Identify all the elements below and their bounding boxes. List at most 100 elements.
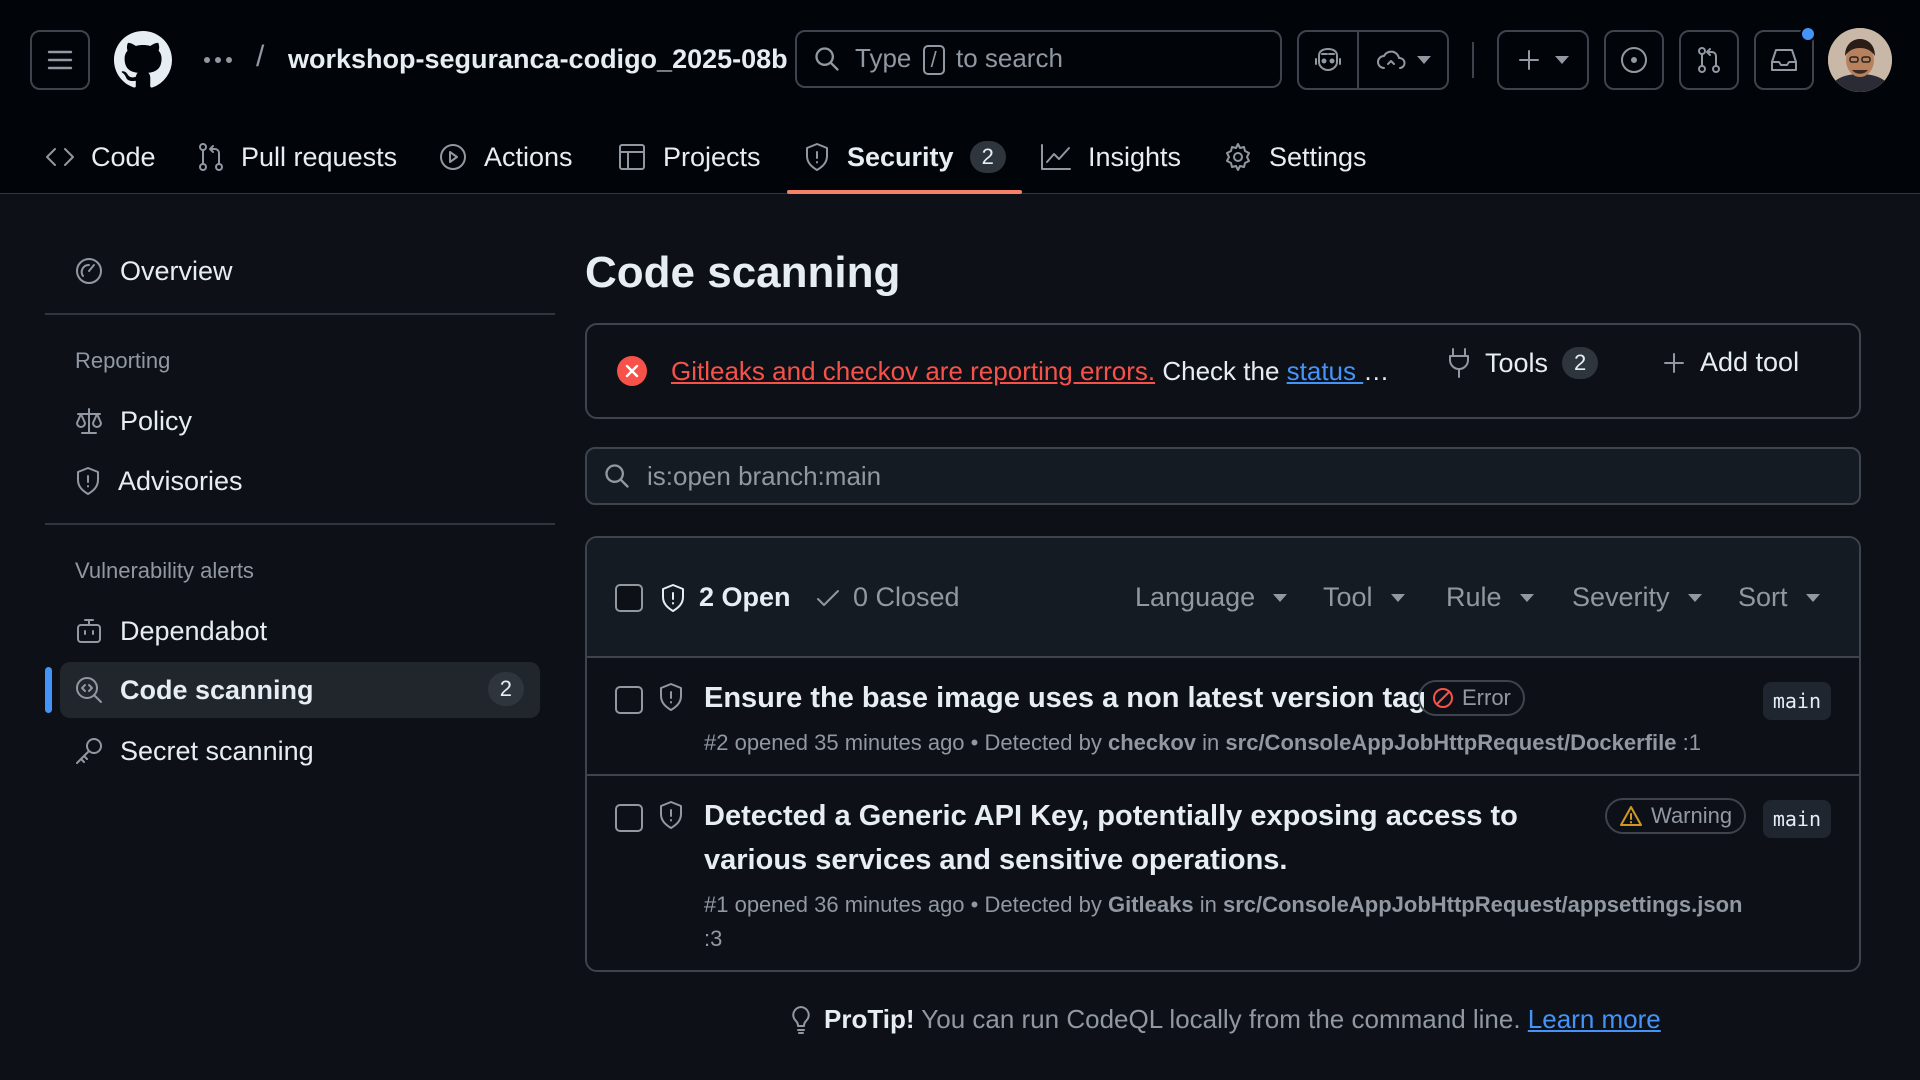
chevron-down-icon xyxy=(1555,56,1569,64)
tab-label: Pull requests xyxy=(241,141,398,172)
closed-alerts-filter[interactable]: 0 Closed xyxy=(815,582,960,613)
git-pull-request-icon xyxy=(197,142,225,172)
tool-errors-link[interactable]: Gitleaks and checkov are reporting error… xyxy=(671,356,1155,386)
sidebar-item-label: Code scanning xyxy=(120,674,314,705)
issues-button[interactable] xyxy=(1604,30,1664,90)
security-count-badge: 2 xyxy=(969,141,1006,173)
alert-file-path[interactable]: src/ConsoleAppJobHttpRequest/Dockerfile xyxy=(1225,730,1676,755)
pull-requests-button[interactable] xyxy=(1679,30,1739,90)
stop-icon xyxy=(1432,687,1454,709)
more-options-button[interactable] xyxy=(200,40,236,80)
tab-label: Insights xyxy=(1088,141,1182,172)
tab-label: Projects xyxy=(663,141,761,172)
graph-icon xyxy=(1040,143,1072,171)
alert-icon xyxy=(1619,805,1643,827)
kebab-horizontal-icon xyxy=(203,56,233,64)
open-count-label: 2 Open xyxy=(699,582,791,612)
shield-icon xyxy=(657,800,685,830)
copilot-button[interactable] xyxy=(1299,32,1357,88)
tool-filter-dropdown[interactable]: Tool xyxy=(1323,582,1405,613)
tab-label: Actions xyxy=(484,141,573,172)
tab-label: Settings xyxy=(1269,141,1367,172)
check-icon xyxy=(815,587,841,609)
meter-icon xyxy=(74,256,104,286)
create-new-button[interactable] xyxy=(1497,30,1589,90)
filter-query-text: is:open branch:main xyxy=(647,460,882,491)
codescan-icon xyxy=(74,675,104,705)
light-bulb-icon xyxy=(790,1005,812,1035)
alerts-list-header: 2 Open 0 Closed Language Tool Rule Sever… xyxy=(587,538,1859,658)
global-search-input[interactable]: Type / to search xyxy=(795,30,1282,88)
alert-row[interactable]: Detected a Generic API Key, potentially … xyxy=(587,776,1859,970)
header-top-row: / workshop-seguranca-codigo_2025-08b Typ… xyxy=(0,0,1920,120)
severity-filter-dropdown[interactable]: Severity xyxy=(1572,582,1702,613)
shield-icon xyxy=(74,466,102,496)
status-page-link[interactable]: status page for help. xyxy=(1287,356,1391,386)
alert-checkbox[interactable] xyxy=(615,804,643,832)
learn-more-link[interactable]: Learn more xyxy=(1528,1004,1661,1034)
tools-count-badge: 2 xyxy=(1562,347,1599,379)
sidebar-item-label: Dependabot xyxy=(120,615,268,646)
rule-filter-dropdown[interactable]: Rule xyxy=(1446,582,1534,613)
search-placeholder: Type / to search xyxy=(855,43,1063,75)
alerts-filter-input[interactable]: is:open branch:main xyxy=(585,447,1861,505)
sidebar-item-label: Secret scanning xyxy=(120,735,314,766)
sort-dropdown[interactable]: Sort xyxy=(1738,582,1820,613)
add-tool-button[interactable]: Add tool xyxy=(1662,347,1799,378)
chevron-down-icon xyxy=(1687,593,1702,602)
alert-title-link[interactable]: Ensure the base image uses a non latest … xyxy=(704,676,1426,720)
tab-pull-requests[interactable]: Pull requests xyxy=(197,120,397,194)
table-icon xyxy=(617,142,647,172)
tool-status-banner: Gitleaks and checkov are reporting error… xyxy=(585,323,1861,419)
shield-icon xyxy=(803,142,831,172)
code-scanning-count-badge: 2 xyxy=(487,672,524,706)
sidebar-item-label: Advisories xyxy=(118,465,243,496)
alert-checkbox[interactable] xyxy=(615,686,643,714)
alert-row[interactable]: Ensure the base image uses a non latest … xyxy=(587,658,1859,776)
sidebar-item-label: Overview xyxy=(120,255,233,286)
plus-icon xyxy=(1517,48,1541,72)
tab-projects[interactable]: Projects xyxy=(617,120,761,194)
sidebar-divider xyxy=(45,523,555,525)
severity-badge: Warning xyxy=(1605,798,1747,834)
active-indicator xyxy=(45,667,52,713)
copilot-cloud-dropdown[interactable] xyxy=(1357,32,1447,88)
sidebar-item-secret-scanning[interactable]: Secret scanning xyxy=(60,723,540,779)
hamburger-icon xyxy=(47,49,73,71)
alerts-list: 2 Open 0 Closed Language Tool Rule Sever… xyxy=(585,536,1861,972)
chevron-down-icon xyxy=(1390,593,1405,602)
tab-label: Security xyxy=(847,141,954,172)
language-filter-dropdown[interactable]: Language xyxy=(1135,582,1288,613)
tab-actions[interactable]: Actions xyxy=(438,120,573,194)
search-icon xyxy=(603,462,631,490)
alert-meta: #2 opened 35 minutes ago • Detected by c… xyxy=(704,730,1701,755)
sidebar-item-policy[interactable]: Policy xyxy=(60,393,540,449)
shield-icon xyxy=(657,682,685,712)
repo-name-link[interactable]: workshop-seguranca-codigo_2025-08b xyxy=(288,44,788,75)
sidebar-item-advisories[interactable]: Advisories xyxy=(60,453,540,509)
tab-insights[interactable]: Insights xyxy=(1040,120,1181,194)
add-tool-label: Add tool xyxy=(1700,347,1800,377)
chevron-down-icon xyxy=(1417,56,1431,64)
alert-title-link[interactable]: Detected a Generic API Key, potentially … xyxy=(704,794,1524,882)
tab-settings[interactable]: Settings xyxy=(1223,120,1367,194)
plus-icon xyxy=(1662,351,1686,375)
alert-file-path[interactable]: src/ConsoleAppJobHttpRequest/appsettings… xyxy=(1223,892,1743,917)
tools-label: Tools xyxy=(1485,347,1549,378)
cloud-agent-icon xyxy=(1375,48,1407,72)
user-avatar[interactable] xyxy=(1828,28,1892,92)
inbox-icon xyxy=(1769,46,1799,74)
open-alerts-filter[interactable]: 2 Open xyxy=(659,582,791,613)
github-logo-icon[interactable] xyxy=(114,31,172,89)
tab-code[interactable]: Code xyxy=(45,120,156,194)
tools-button[interactable]: Tools 2 xyxy=(1447,347,1599,379)
git-pull-request-icon xyxy=(1694,45,1724,75)
sidebar-item-dependabot[interactable]: Dependabot xyxy=(60,603,540,659)
select-all-checkbox[interactable] xyxy=(615,584,643,612)
repo-nav: Code Pull requests Actions Projects Secu… xyxy=(0,120,1920,194)
sidebar-item-code-scanning[interactable]: Code scanning 2 xyxy=(60,662,540,718)
menu-button[interactable] xyxy=(30,30,90,90)
sidebar-item-label: Policy xyxy=(120,405,193,436)
sidebar-item-overview[interactable]: Overview xyxy=(60,243,540,299)
tab-security[interactable]: Security 2 xyxy=(787,120,1022,194)
